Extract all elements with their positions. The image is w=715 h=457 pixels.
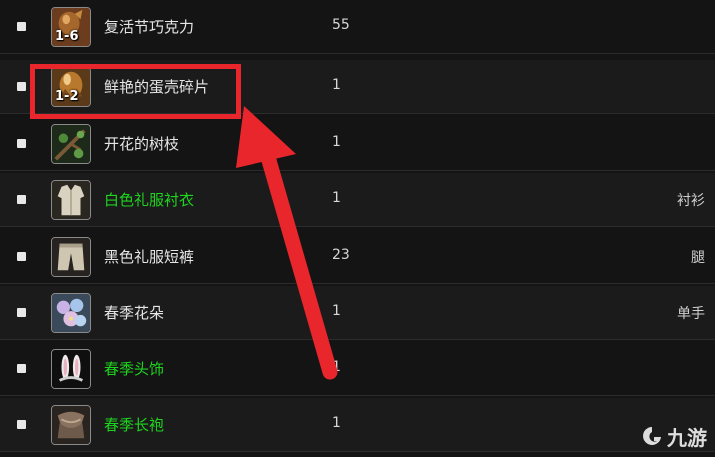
branch-icon bbox=[51, 124, 91, 164]
list-item[interactable]: 开花的树枝 1 bbox=[0, 117, 715, 171]
watermark-text: 九游 bbox=[667, 426, 707, 450]
item-quantity: 1 bbox=[332, 190, 341, 206]
item-name: 开花的树枝 bbox=[104, 135, 180, 153]
robe-icon bbox=[51, 405, 91, 445]
shorts-icon bbox=[51, 237, 91, 277]
flower-icon bbox=[51, 293, 91, 333]
checkbox[interactable] bbox=[17, 420, 26, 429]
item-quantity: 1 bbox=[332, 77, 341, 93]
item-slot: 单手 bbox=[677, 306, 705, 322]
item-quantity: 1 bbox=[332, 303, 341, 319]
item-quantity: 1 bbox=[332, 415, 341, 431]
chocolate-icon: 1-6 bbox=[51, 7, 91, 47]
item-quantity: 55 bbox=[332, 17, 350, 33]
list-item[interactable]: 1-6 复活节巧克力 55 bbox=[0, 0, 715, 54]
item-quantity: 1 bbox=[332, 134, 341, 150]
bunny-ears-icon bbox=[51, 349, 91, 389]
shirt-icon bbox=[51, 180, 91, 220]
item-quantity: 23 bbox=[332, 247, 350, 263]
item-slot: 腿 bbox=[691, 250, 705, 266]
item-name: 春季花朵 bbox=[104, 304, 165, 322]
watermark: 九游 bbox=[641, 422, 707, 451]
checkbox[interactable] bbox=[17, 139, 26, 148]
item-name: 复活节巧克力 bbox=[104, 18, 195, 36]
checkbox[interactable] bbox=[17, 195, 26, 204]
item-name: 春季长袍 bbox=[104, 416, 165, 434]
item-quantity: 1 bbox=[332, 359, 341, 375]
item-name: 白色礼服衬衣 bbox=[104, 191, 195, 209]
list-item[interactable]: 白色礼服衬衣 1 衬衫 bbox=[0, 173, 715, 227]
watermark-logo-icon bbox=[643, 426, 661, 445]
list-item[interactable]: 春季头饰 1 bbox=[0, 342, 715, 396]
item-name: 春季头饰 bbox=[104, 360, 165, 378]
checkbox[interactable] bbox=[17, 308, 26, 317]
highlight-box bbox=[30, 64, 241, 119]
item-name: 黑色礼服短裤 bbox=[104, 248, 195, 266]
checkbox[interactable] bbox=[17, 22, 26, 31]
list-item[interactable]: 黑色礼服短裤 23 腿 bbox=[0, 230, 715, 284]
checkbox[interactable] bbox=[17, 252, 26, 261]
list-item[interactable]: 春季花朵 1 单手 bbox=[0, 286, 715, 340]
checkbox[interactable] bbox=[17, 364, 26, 373]
list-item[interactable]: 春季长袍 1 bbox=[0, 398, 715, 452]
checkbox[interactable] bbox=[17, 82, 26, 91]
item-slot: 衬衫 bbox=[677, 193, 705, 209]
